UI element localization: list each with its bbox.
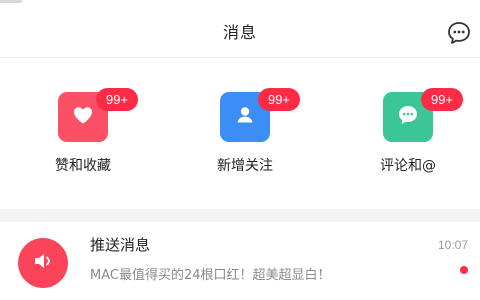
status-bar-fragment (0, 0, 22, 3)
new-followers-entry[interactable]: 99+ 新增关注 (190, 88, 310, 202)
message-title: 推送消息 (90, 236, 151, 254)
followers-label: 新增关注 (217, 158, 273, 174)
section-divider (0, 209, 480, 222)
comments-label: 评论和@ (380, 158, 436, 174)
speaker-icon (30, 248, 56, 278)
page-title: 消息 (222, 23, 257, 42)
message-preview: MAC最值得买的24根口红！超美超显白！ (90, 268, 331, 283)
likes-label: 赞和收藏 (55, 158, 111, 174)
unread-dot (460, 266, 468, 274)
message-time: 10:07 (437, 238, 468, 252)
comments-and-mentions-entry[interactable]: 99+ 评论和@ (353, 88, 473, 202)
person-icon (232, 102, 258, 132)
status-bar (0, 0, 480, 8)
quick-actions: 99+ 赞和收藏 99+ 新增关注 99+ 评论和@ (0, 59, 480, 209)
comments-badge: 99+ (421, 88, 463, 111)
message-row-push[interactable]: 推送消息 MAC最值得买的24根口红！超美超显白！ 10:07 (0, 222, 480, 300)
push-avatar (18, 238, 68, 288)
likes-and-favorites-entry[interactable]: 99+ 赞和收藏 (28, 88, 148, 202)
chat-bubble-icon[interactable] (446, 20, 472, 46)
followers-badge: 99+ (258, 88, 300, 111)
likes-badge: 99+ (96, 88, 138, 111)
comment-icon (395, 102, 421, 132)
heart-icon (70, 102, 96, 132)
top-bar: 消息 (0, 8, 480, 58)
